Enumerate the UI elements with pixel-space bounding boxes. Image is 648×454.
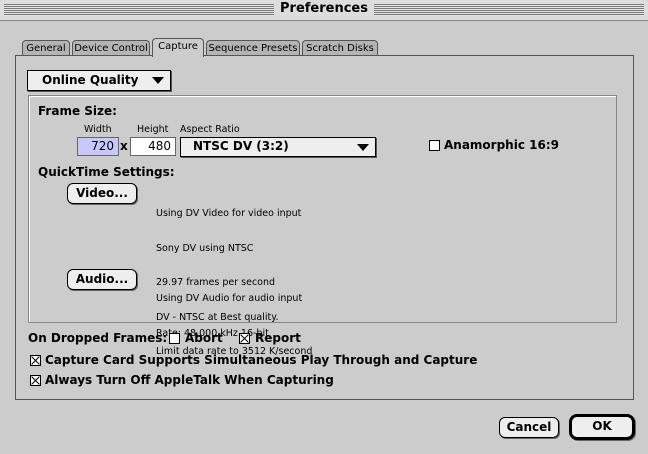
quality-popup-value: Online Quality — [42, 73, 139, 87]
quicktime-heading: QuickTime Settings: — [38, 165, 175, 179]
times-sign: x — [120, 139, 128, 153]
aspect-ratio-popup[interactable]: NTSC DV (3:2) — [180, 137, 376, 157]
anamorphic-label: Anamorphic 16:9 — [444, 138, 559, 152]
video-settings-button[interactable]: Video... — [67, 183, 137, 204]
triangle-down-icon — [357, 144, 369, 151]
play-through-checkbox[interactable] — [30, 355, 41, 366]
audio-description: Using DV Audio for audio input Rate: 48.… — [156, 270, 302, 362]
aspect-ratio-value: NTSC DV (3:2) — [193, 139, 289, 153]
play-through-label: Capture Card Supports Simultaneous Play … — [45, 353, 478, 367]
report-label: Report — [255, 331, 301, 345]
aspect-ratio-label: Aspect Ratio — [180, 124, 240, 135]
audio-desc-line: Using DV Audio for audio input — [156, 293, 303, 304]
height-field[interactable]: 480 — [130, 137, 176, 156]
abort-label: Abort — [185, 331, 223, 345]
video-desc-line: Using DV Video for video input — [156, 208, 302, 219]
width-field[interactable]: 720 — [77, 137, 119, 156]
width-label: Width — [84, 124, 112, 135]
appletalk-checkbox[interactable] — [30, 375, 41, 386]
frame-size-heading: Frame Size: — [38, 104, 117, 118]
video-desc-line: Sony DV using NTSC — [156, 242, 254, 254]
quality-popup[interactable]: Online Quality — [27, 70, 171, 91]
cancel-button[interactable]: Cancel — [499, 417, 559, 438]
audio-settings-button[interactable]: Audio... — [67, 269, 137, 290]
report-checkbox[interactable] — [239, 333, 250, 344]
anamorphic-checkbox[interactable] — [429, 140, 440, 151]
dropped-frames-label: On Dropped Frames: — [28, 331, 168, 345]
ok-button[interactable]: OK — [569, 414, 635, 440]
triangle-down-icon — [152, 77, 164, 84]
appletalk-label: Always Turn Off AppleTalk When Capturing — [45, 373, 334, 387]
height-label: Height — [137, 124, 169, 135]
abort-checkbox[interactable] — [169, 333, 180, 344]
